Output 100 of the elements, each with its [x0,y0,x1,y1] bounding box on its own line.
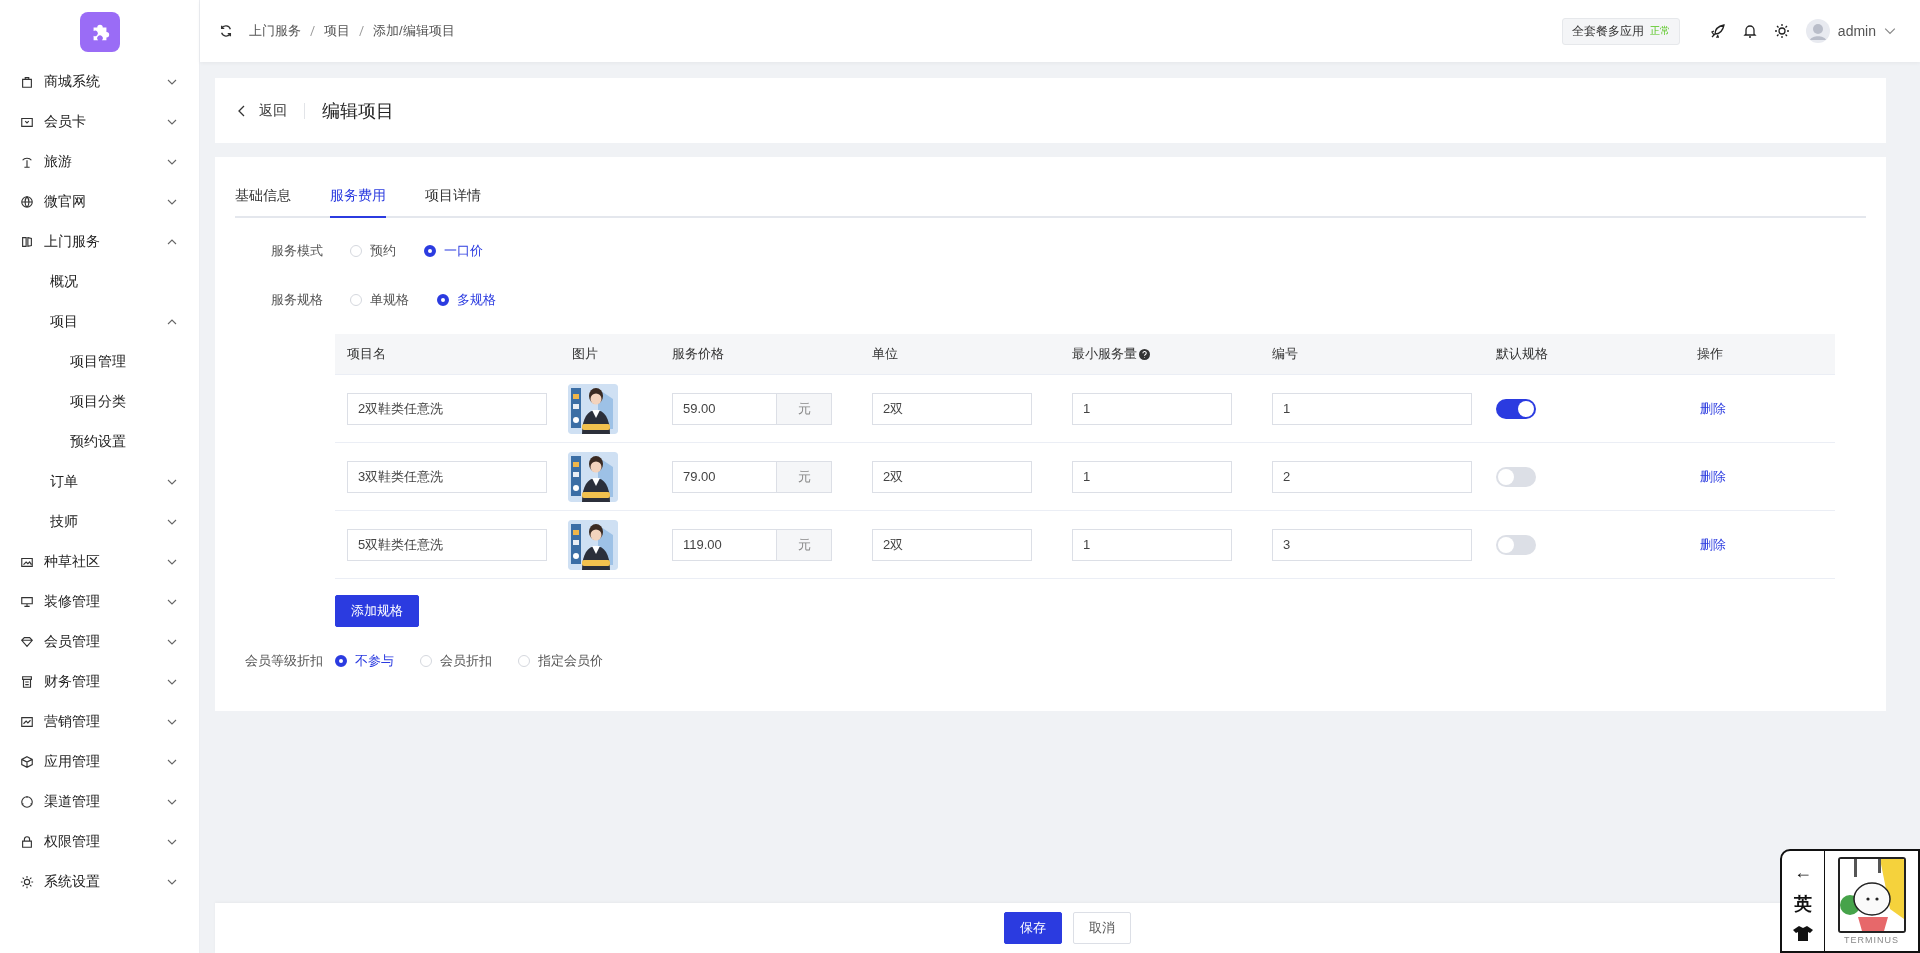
sidebar-item[interactable]: 会员管理 [0,622,199,662]
field-label: 服务模式 [270,242,323,260]
diamond-icon [20,635,34,649]
widget-caption: TERMINUS [1844,935,1899,945]
chevron-down-icon [167,77,177,87]
radio-option[interactable]: 会员折扣 [420,652,492,670]
user-menu[interactable]: admin [1805,19,1896,43]
column-header: 操作 [1697,345,1723,363]
sidebar-item[interactable]: 会员卡 [0,102,199,142]
plan-name: 全套餐多应用 [1571,22,1644,40]
save-button[interactable]: 保存 [1004,912,1062,944]
cancel-button[interactable]: 取消 [1073,912,1131,944]
radio-option[interactable]: 一口价 [424,242,483,260]
chevron-down-icon [167,837,177,847]
column-header: 图片 [572,345,598,363]
arrow-glyph[interactable]: ← [1794,861,1812,883]
radio-option[interactable]: 不参与 [335,652,394,670]
sidebar-item[interactable]: 种草社区 [0,542,199,582]
code-input[interactable]: 3 [1272,528,1472,561]
currency-addon: 元 [776,461,831,492]
sidebar-item[interactable]: 技师 [0,502,199,542]
delete-link[interactable]: 删除 [1700,535,1726,554]
unit-input[interactable]: 2双 [872,392,1032,425]
toggle-switch[interactable] [1496,398,1536,419]
refresh-icon[interactable] [219,24,233,38]
chevron-down-icon [167,197,177,207]
bell-icon[interactable] [1741,23,1758,39]
toggle-switch[interactable] [1496,466,1536,487]
name-input[interactable]: 2双鞋类任意洗 [347,392,547,425]
sidebar-item[interactable]: 项目分类 [0,382,199,422]
price-input[interactable]: 79.00 元 [672,460,832,493]
add-spec-button[interactable]: 添加规格 [335,595,419,627]
delete-link[interactable]: 删除 [1700,399,1726,418]
chevron-down-icon [167,877,177,887]
image-icon [20,555,34,569]
currency-addon: 元 [776,393,831,424]
sidebar-item[interactable]: 项目 [0,302,199,342]
column-header: 项目名 [347,345,386,363]
sidebar-item[interactable]: 权限管理 [0,822,199,862]
language-toggle[interactable]: 英 [1794,891,1812,916]
shirt-icon[interactable] [1793,924,1813,941]
chevron-left-icon [237,104,247,117]
tab[interactable]: 服务费用 [330,177,386,218]
sidebar-item[interactable]: 应用管理 [0,742,199,782]
sidebar-item[interactable]: 旅游 [0,142,199,182]
name-input[interactable]: 3双鞋类任意洗 [347,460,547,493]
chevron-up-icon [167,237,177,247]
globe-icon [20,195,34,209]
chevron-down-icon [167,717,177,727]
sidebar-item[interactable]: 装修管理 [0,582,199,622]
quantity-input[interactable]: 1 [1072,528,1232,561]
code-input[interactable]: 1 [1272,392,1472,425]
price-input[interactable]: 119.00 元 [672,528,832,561]
chevron-down-icon [167,557,177,567]
name-input[interactable]: 5双鞋类任意洗 [347,528,547,561]
sidebar-item[interactable]: 渠道管理 [0,782,199,822]
screen-icon [20,595,34,609]
sidebar-item[interactable]: 概况 [0,262,199,302]
sidebar-item[interactable]: 财务管理 [0,662,199,702]
help-icon[interactable] [1139,348,1150,360]
quantity-input[interactable]: 1 [1072,392,1232,425]
breadcrumb-item[interactable]: 上门服务 [249,22,301,40]
radio-option[interactable]: 单规格 [350,291,409,309]
radio-option[interactable]: 预约 [350,242,396,260]
unit-input[interactable]: 2双 [872,460,1032,493]
price-input[interactable]: 59.00 元 [672,392,832,425]
radio-option[interactable]: 多规格 [437,291,496,309]
sidebar-item[interactable]: 项目管理 [0,342,199,382]
delete-link[interactable]: 删除 [1700,467,1726,486]
sidebar-item[interactable]: 预约设置 [0,422,199,462]
cube-icon [20,755,34,769]
sidebar-item[interactable]: 系统设置 [0,862,199,902]
receipt-icon [20,675,34,689]
sidebar-item[interactable]: 商城系统 [0,62,199,102]
sidebar-item[interactable]: 营销管理 [0,702,199,742]
page-title: 编辑项目 [322,99,394,123]
tab[interactable]: 项目详情 [425,177,481,218]
column-header: 服务价格 [672,345,724,363]
chevron-down-icon [167,157,177,167]
chevron-up-icon [167,317,177,327]
chevron-down-icon [167,477,177,487]
toggle-switch[interactable] [1496,534,1536,555]
breadcrumb-item[interactable]: 添加/编辑项目 [373,22,455,40]
quantity-input[interactable]: 1 [1072,460,1232,493]
code-input[interactable]: 2 [1272,460,1472,493]
sidebar-item[interactable]: 微官网 [0,182,199,222]
app-logo [79,12,120,52]
sidebar-item[interactable]: 上门服务 [0,222,199,262]
column-header: 最小服务量 [1072,345,1137,363]
rocket-icon[interactable] [1709,23,1726,39]
radio-option[interactable]: 指定会员价 [518,652,603,670]
sidebar-item[interactable]: 订单 [0,462,199,502]
column-header: 编号 [1272,345,1298,363]
back-link[interactable]: 返回 [237,101,287,120]
breadcrumb-item[interactable]: 项目 [324,22,350,40]
tab[interactable]: 基础信息 [235,177,291,218]
unit-input[interactable]: 2双 [872,528,1032,561]
chevron-down-icon [167,797,177,807]
card-icon [20,115,34,129]
door-icon [20,235,34,249]
